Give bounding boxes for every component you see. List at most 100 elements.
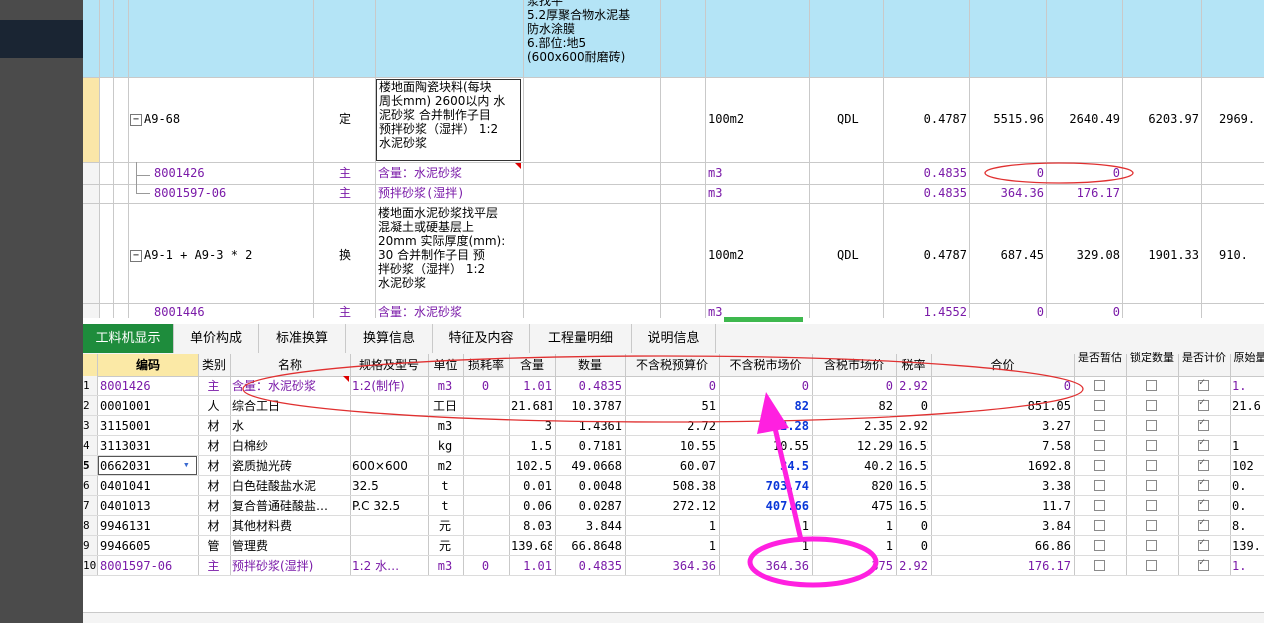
checkbox-jj[interactable] — [1198, 557, 1209, 571]
cell-market[interactable]: 1 — [721, 517, 809, 535]
checkbox-jj[interactable] — [1198, 537, 1209, 551]
checkbox-jj[interactable] — [1198, 517, 1209, 531]
tab-features[interactable]: 特征及内容 — [433, 324, 530, 353]
tab-labor-material[interactable]: 工料机显示 — [83, 324, 174, 353]
checkbox-sd[interactable] — [1146, 540, 1157, 551]
checkbox-zg[interactable] — [1094, 560, 1105, 571]
checkbox-jj[interactable] — [1198, 437, 1209, 451]
checkbox-sd[interactable] — [1146, 460, 1157, 471]
expand-toggle[interactable]: − — [130, 250, 142, 262]
checkbox-jj[interactable] — [1198, 477, 1209, 491]
cell-code[interactable]: 0001001 — [100, 397, 195, 415]
checkbox-sd[interactable] — [1146, 480, 1157, 491]
tab-description[interactable]: 说明信息 — [632, 324, 716, 353]
cell-content[interactable]: 21.681 — [511, 397, 552, 415]
cell-market[interactable]: 34.5 — [721, 457, 809, 475]
col-header-taxed-price[interactable]: 含税市场价 — [812, 354, 896, 376]
chevron-down-icon[interactable]: ▾ — [183, 456, 190, 474]
checkbox-jj[interactable] — [1198, 497, 1209, 511]
material-row-8001446[interactable]: 8001446 主 含量：水泥砂浆 m3 1.4552 0 0 — [83, 303, 1264, 318]
cell-code[interactable]: 0401041 — [100, 477, 195, 495]
cell-market[interactable]: 407.66 — [721, 497, 809, 515]
table-row[interactable]: 3 3115001 材水 m3 3 1.4361 2.72 2.28 2.35 2.92 3.27 — [83, 416, 1264, 436]
col-header-name[interactable]: 名称 — [230, 354, 350, 376]
cell-market[interactable]: 2.28 — [721, 417, 809, 435]
table-row[interactable]: 1 8001426 主含量：水泥砂浆 1:2(制作) m3 0 1.01 0.4835 0 0 0 2… — [83, 376, 1264, 396]
table-row[interactable]: 5 0662031 材瓷质抛光砖 600×600 m2 102.5 49.0668 60.07… — [83, 456, 1264, 476]
cell-qty[interactable]: 49.0668 — [557, 457, 622, 475]
table-row[interactable]: 89946131材其他材料费元8.033.84411103.848. — [83, 516, 1264, 536]
col-header-unit[interactable]: 单位 — [428, 354, 463, 376]
col-header-lock-qty[interactable]: 锁定数量 — [1126, 352, 1178, 376]
cell-qty[interactable]: 0.7181 — [557, 437, 622, 455]
cell-content[interactable]: 102.5 — [511, 457, 552, 475]
splitter-handle[interactable] — [724, 317, 803, 322]
checkbox-sd[interactable] — [1146, 500, 1157, 511]
col-header-loss[interactable]: 损耗率 — [463, 354, 509, 376]
cell-market[interactable]: 1 — [721, 537, 809, 555]
checkbox-sd[interactable] — [1146, 420, 1157, 431]
table-row[interactable]: 4 3113031 材白棉纱 kg 1.5 0.7181 10.55 10.55 12.29 16… — [83, 436, 1264, 456]
cell-content[interactable]: 139.68 — [511, 537, 552, 555]
cell-content[interactable]: 1.5 — [511, 437, 552, 455]
checkbox-zg[interactable] — [1094, 460, 1105, 471]
cell-qty[interactable]: 0.4835 — [557, 377, 622, 395]
cell-code[interactable]: 9946605 — [100, 537, 195, 555]
cell-market[interactable]: 364.36 — [721, 557, 809, 575]
cell-qty[interactable]: 0.4835 — [557, 557, 622, 575]
checkbox-zg[interactable] — [1094, 500, 1105, 511]
checkbox-jj[interactable] — [1198, 417, 1209, 431]
checkbox-sd[interactable] — [1146, 520, 1157, 531]
cell-code[interactable]: 8001426 — [100, 377, 195, 395]
tab-unit-price[interactable]: 单价构成 — [174, 324, 259, 353]
cell-code[interactable]: 9946131 — [100, 517, 195, 535]
col-header-priced[interactable]: 是否计价 — [1178, 352, 1230, 376]
tab-quantity-detail[interactable]: 工程量明细 — [530, 324, 632, 353]
tab-conversion-info[interactable]: 换算信息 — [346, 324, 433, 353]
cell-content[interactable]: 1.01 — [511, 377, 552, 395]
cell-content[interactable]: 0.06 — [511, 497, 552, 515]
table-row[interactable]: 7 0401013 材复合普通硅酸盐… P.C 32.5 t 0.06 0.0287 272.… — [83, 496, 1264, 516]
cell-content[interactable]: 8.03 — [511, 517, 552, 535]
table-row[interactable]: 99946605管管理费元139.6866.8648111066.86139. — [83, 536, 1264, 556]
checkbox-zg[interactable] — [1094, 380, 1105, 391]
cell-code[interactable]: 8001597-06 — [100, 557, 195, 575]
expand-toggle[interactable]: − — [130, 114, 142, 126]
cell-qty[interactable]: 3.844 — [557, 517, 622, 535]
checkbox-zg[interactable] — [1094, 540, 1105, 551]
cell-qty[interactable]: 66.8648 — [557, 537, 622, 555]
checkbox-zg[interactable] — [1094, 440, 1105, 451]
checkbox-sd[interactable] — [1146, 400, 1157, 411]
col-header-quantity[interactable]: 数量 — [555, 354, 625, 376]
checkbox-sd[interactable] — [1146, 380, 1157, 391]
cell-market[interactable]: 82 — [721, 397, 809, 415]
checkbox-zg[interactable] — [1094, 480, 1105, 491]
col-header-provisional[interactable]: 是否暂估 — [1074, 352, 1126, 376]
col-header-total[interactable]: 合价 — [931, 354, 1074, 376]
cell-market[interactable]: 703.74 — [721, 477, 809, 495]
cell-market[interactable]: 0 — [721, 377, 809, 395]
cell-content[interactable]: 0.01 — [511, 477, 552, 495]
col-header-content[interactable]: 含量 — [509, 354, 555, 376]
cell-content[interactable]: 3 — [511, 417, 552, 435]
table-row[interactable]: 6 0401041 材白色硅酸盐水泥 32.5 t 0.01 0.0048 508.38 703… — [83, 476, 1264, 496]
cell-code[interactable]: 3113031 — [100, 437, 195, 455]
cell-code[interactable]: 0401013 — [100, 497, 195, 515]
col-header-original-qty[interactable]: 原始量 — [1230, 352, 1264, 376]
checkbox-sd[interactable] — [1146, 560, 1157, 571]
col-header-market-price[interactable]: 不含税市场价 — [719, 354, 812, 376]
checkbox-zg[interactable] — [1094, 400, 1105, 411]
quota-description[interactable]: 楼地面陶瓷块料(每块 周长mm) 2600以内 水 泥砂浆 合并制作子目 预拌砂… — [376, 79, 521, 161]
cell-code[interactable]: 3115001 — [100, 417, 195, 435]
col-header-budget-price[interactable]: 不含税预算价 — [625, 354, 719, 376]
cell-qty[interactable]: 10.3787 — [557, 397, 622, 415]
cell-qty[interactable]: 0.0287 — [557, 497, 622, 515]
col-header-tax-rate[interactable]: 税率 — [896, 354, 931, 376]
cell-market[interactable]: 10.55 — [721, 437, 809, 455]
checkbox-sd[interactable] — [1146, 440, 1157, 451]
checkbox-zg[interactable] — [1094, 520, 1105, 531]
checkbox-jj[interactable] — [1198, 457, 1209, 471]
checkbox-zg[interactable] — [1094, 420, 1105, 431]
col-header-code[interactable]: 编码 — [98, 354, 198, 376]
checkbox-jj[interactable] — [1198, 377, 1209, 391]
